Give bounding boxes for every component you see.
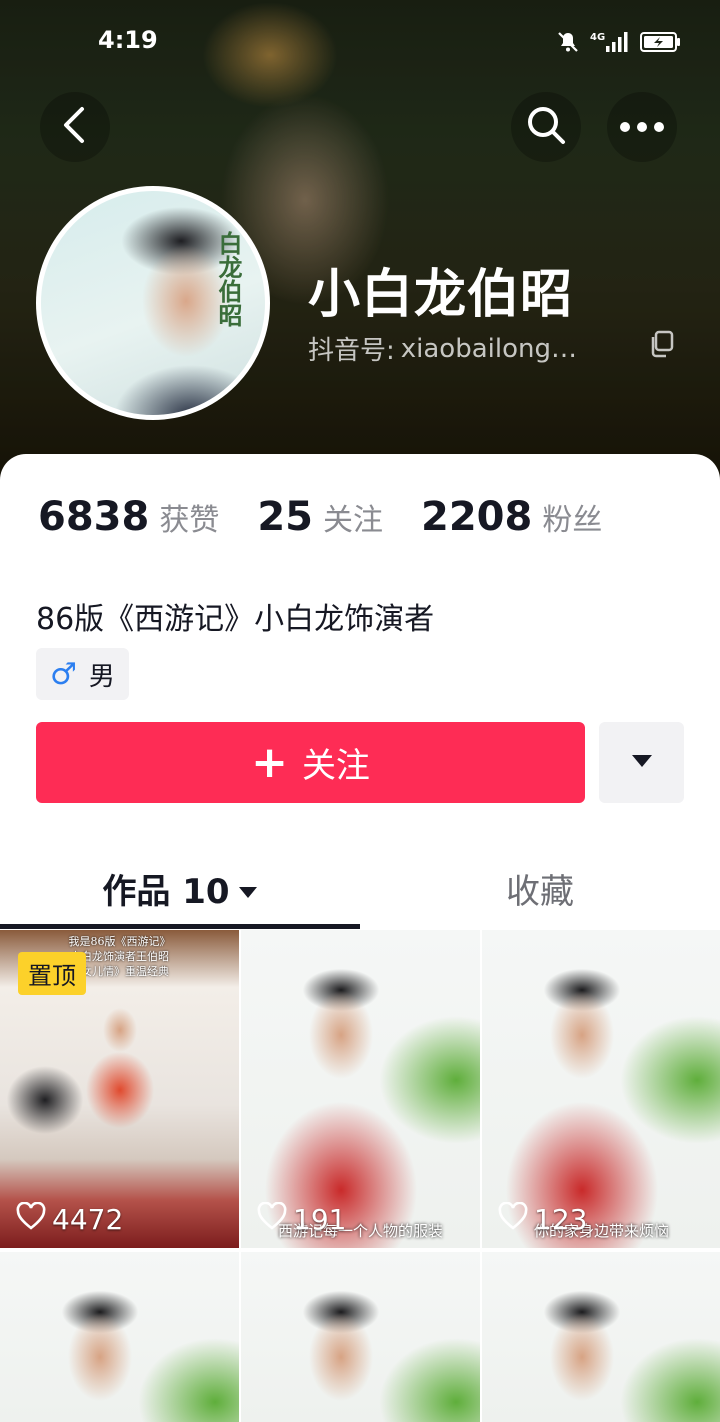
profile-banner: 4:19 4G 白龙伯昭 小白龙伯昭 抖音号: xiaobailong… — [0, 0, 720, 480]
video-grid: 我是86版《西游记》 小白龙饰演者王伯昭 《女儿情》重温经典 置顶 4472 西… — [0, 930, 720, 1422]
heart-icon — [16, 1201, 46, 1237]
more-dots-icon — [619, 118, 665, 137]
video-likes: 191 — [257, 1201, 347, 1237]
search-icon — [525, 104, 567, 150]
status-time: 4:19 — [98, 26, 158, 54]
follow-label: 关注 — [301, 746, 370, 786]
stat-following-value: 25 — [257, 494, 313, 540]
back-button[interactable] — [40, 92, 110, 162]
stat-followers-label: 粉丝 — [542, 503, 603, 538]
bell-muted-icon — [556, 30, 580, 54]
video-tile[interactable] — [482, 1252, 720, 1422]
search-button[interactable] — [511, 92, 581, 162]
follow-button[interactable]: + 关注 — [36, 722, 585, 803]
stat-likes-label: 获赞 — [159, 503, 220, 538]
tab-underline — [0, 924, 360, 929]
stat-followers[interactable]: 2208 粉丝 — [421, 494, 602, 540]
back-arrow-icon — [60, 105, 90, 149]
tab-works[interactable]: 作品 10 — [0, 846, 360, 930]
stat-following[interactable]: 25 关注 — [257, 494, 383, 540]
video-tile[interactable]: 我是86版《西游记》 小白龙饰演者王伯昭 《女儿情》重温经典 置顶 4472 — [0, 930, 239, 1248]
status-icons: 4G — [556, 30, 682, 54]
stat-following-label: 关注 — [323, 503, 383, 538]
copy-icon[interactable] — [648, 330, 674, 362]
douyin-id-value: xiaobailong… — [400, 333, 577, 364]
profile-bio: 86版《西游记》小白龙饰演者 — [36, 602, 435, 637]
video-tile[interactable]: 你的家身边带来烦恼 123 — [482, 930, 720, 1248]
male-icon: ♂ — [50, 656, 77, 692]
content-tabs: 作品 10 收藏 — [0, 846, 720, 930]
battery-charging-icon — [640, 31, 682, 53]
caret-down-icon — [631, 753, 653, 772]
douyin-id: 抖音号: xiaobailong… — [308, 330, 577, 367]
tab-works-label: 作品 10 — [102, 871, 230, 912]
video-tile[interactable] — [0, 1252, 239, 1422]
network-label: 4G — [590, 32, 605, 43]
gender-tag: ♂ 男 — [36, 648, 129, 700]
caret-down-icon — [238, 868, 258, 908]
signal-icon: 4G — [590, 30, 630, 54]
plus-icon: + — [251, 736, 288, 788]
avatar[interactable]: 白龙伯昭 — [36, 186, 270, 420]
status-bar: 4:19 4G — [0, 22, 720, 62]
video-likes: 4472 — [16, 1201, 124, 1237]
video-likes: 123 — [498, 1201, 588, 1237]
profile-stats: 6838 获赞 25 关注 2208 粉丝 — [38, 494, 602, 540]
stat-likes-value: 6838 — [38, 494, 150, 540]
recommend-dropdown-button[interactable] — [599, 722, 684, 803]
stat-followers-value: 2208 — [421, 494, 533, 540]
avatar-calligraphy: 白龙伯昭 — [214, 231, 243, 327]
video-likes-count: 123 — [534, 1203, 588, 1236]
tab-favorites-label: 收藏 — [506, 871, 574, 912]
heart-icon — [498, 1201, 528, 1237]
tab-favorites[interactable]: 收藏 — [360, 846, 720, 930]
stat-likes: 6838 获赞 — [38, 494, 219, 540]
video-likes-count: 191 — [293, 1203, 347, 1236]
video-likes-count: 4472 — [52, 1203, 124, 1236]
video-tile[interactable] — [241, 1252, 480, 1422]
more-button[interactable] — [607, 92, 677, 162]
pinned-badge: 置顶 — [18, 952, 86, 995]
video-tile[interactable]: 西游记每一个人物的服装 191 — [241, 930, 480, 1248]
heart-icon — [257, 1201, 287, 1237]
gender-label: 男 — [88, 661, 115, 692]
douyin-id-label: 抖音号: — [308, 336, 395, 366]
profile-nickname: 小白龙伯昭 — [308, 265, 574, 325]
